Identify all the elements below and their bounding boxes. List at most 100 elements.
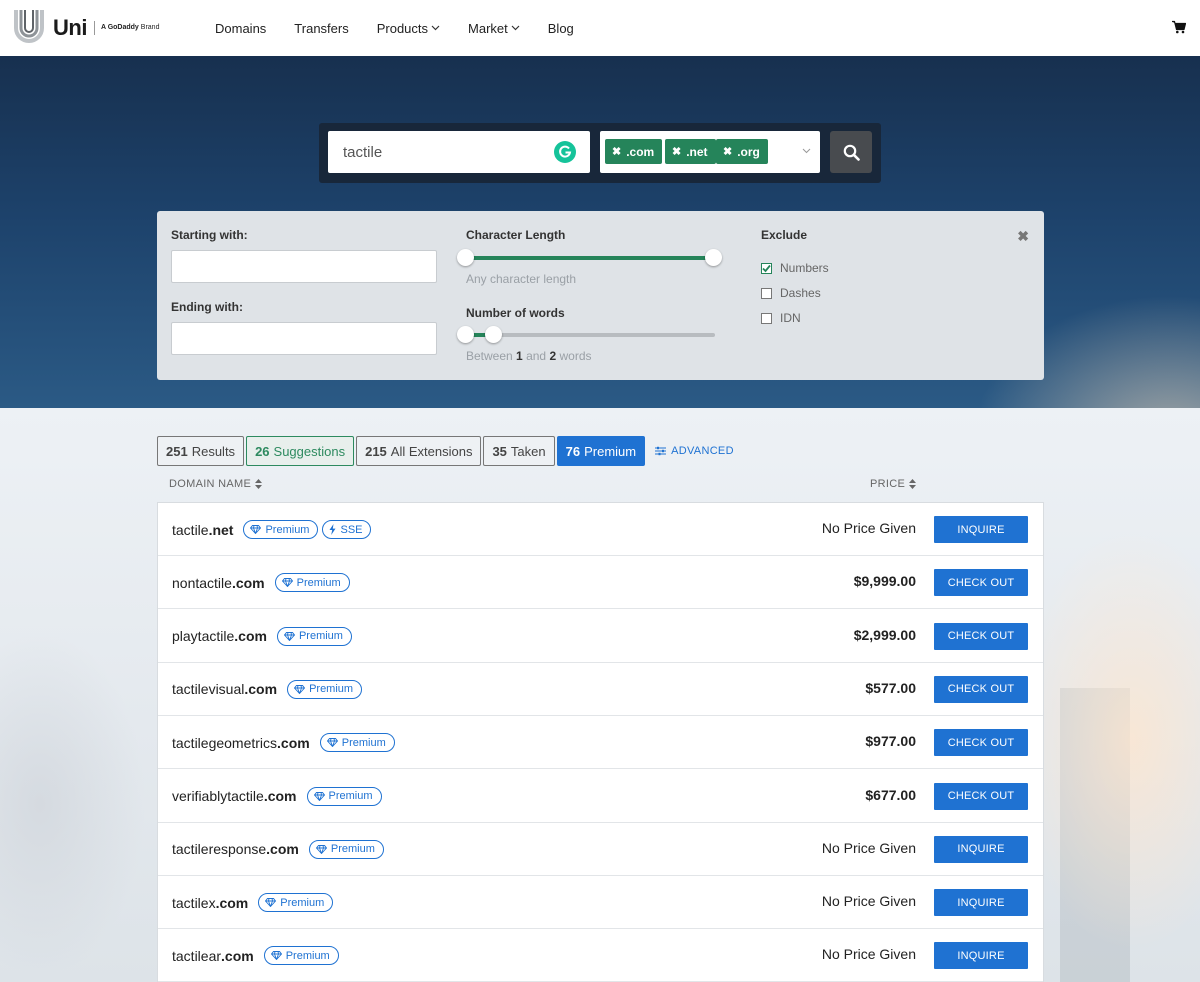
tab-label: Premium xyxy=(584,443,637,459)
domain-tld: .com xyxy=(221,947,254,964)
domain-price: No Price Given xyxy=(821,839,916,856)
nav-products[interactable]: Products xyxy=(377,21,440,36)
checkbox[interactable] xyxy=(761,312,772,324)
tab-count: 26 xyxy=(255,443,270,459)
tld-tag-com[interactable]: ✖ .com xyxy=(605,139,663,164)
domain-name[interactable]: tactilevisual .com Premium xyxy=(172,679,363,699)
close-icon[interactable]: ✖ xyxy=(1017,228,1029,245)
tab-taken[interactable]: 35 Taken xyxy=(483,436,555,466)
sort-icon xyxy=(909,479,917,489)
badge-label: Premium xyxy=(298,630,343,643)
diamond-icon xyxy=(270,951,282,961)
remove-icon[interactable]: ✖ xyxy=(672,145,681,158)
checkout-button[interactable]: CHECK OUT xyxy=(934,622,1028,650)
character-length-help: Any character length xyxy=(466,272,577,286)
logo[interactable]: Uni A GoDaddy Brand xyxy=(14,10,159,45)
checkbox[interactable] xyxy=(761,287,772,299)
checkout-button[interactable]: CHECK OUT xyxy=(934,675,1028,703)
tagline-brand: GoDaddy xyxy=(107,24,139,31)
search-input[interactable]: tactile xyxy=(328,131,590,173)
chevron-down-icon xyxy=(511,25,520,31)
tab-premium[interactable]: 76 Premium xyxy=(556,436,646,466)
tab-results[interactable]: 251 Results xyxy=(157,436,245,466)
tld-tag-net[interactable]: ✖ .net xyxy=(665,139,716,164)
domain-price: $677.00 xyxy=(865,786,916,803)
words-max-value: 2 xyxy=(549,349,557,363)
column-header-price: PRICE xyxy=(870,478,906,490)
starting-with-label: Starting with: xyxy=(171,228,248,242)
domain-name[interactable]: tactile .net Premium SSE xyxy=(172,520,371,539)
main-nav: Domains Transfers Products Market Blog xyxy=(215,0,602,56)
premium-badge: Premium xyxy=(243,520,319,539)
tab-count: 215 xyxy=(365,443,387,459)
cart-icon[interactable] xyxy=(1172,20,1186,34)
result-row: tactile .net Premium SSE No Price Given INQUI… xyxy=(158,503,1043,556)
tab-all-extensions[interactable]: 215 All Extensions xyxy=(356,436,482,466)
nav-transfers[interactable]: Transfers xyxy=(294,21,348,36)
tab-label: Suggestions xyxy=(273,443,346,459)
domain-tld: .com xyxy=(244,681,278,698)
result-row: tactilex .com Premium No Price Given INQUIRE xyxy=(158,876,1043,930)
result-row: nontactile .com Premium $9,999.00 CHECK OUT xyxy=(158,556,1043,610)
uni-logo-icon xyxy=(14,10,44,43)
premium-badge: Premium xyxy=(276,626,352,646)
domain-name[interactable]: tactilegeometrics .com Premium xyxy=(172,733,395,753)
search-button[interactable] xyxy=(830,131,872,173)
nav-label: Products xyxy=(376,20,429,36)
checkout-button[interactable]: CHECK OUT xyxy=(934,569,1028,597)
domain-name[interactable]: tactilex .com Premium xyxy=(172,893,334,913)
domain-price: $9,999.00 xyxy=(853,573,916,590)
sort-icon xyxy=(255,479,263,489)
tab-suggestions[interactable]: 26 Suggestions xyxy=(246,436,355,466)
nav-domains[interactable]: Domains xyxy=(215,21,266,36)
advanced-toggle[interactable]: ADVANCED xyxy=(655,436,734,466)
badge-label: Premium xyxy=(341,736,386,749)
diamond-icon xyxy=(326,738,338,748)
character-length-min-handle[interactable] xyxy=(457,249,474,266)
chevron-down-icon[interactable] xyxy=(802,148,811,154)
badge-label: Premium xyxy=(328,790,373,802)
brand-tagline: A GoDaddy Brand xyxy=(101,24,160,31)
nav-blog[interactable]: Blog xyxy=(548,21,574,36)
sort-price[interactable]: PRICE xyxy=(870,478,917,490)
premium-badge: Premium xyxy=(308,839,384,859)
domain-name[interactable]: nontactile .com Premium xyxy=(172,573,350,593)
premium-badge: Premium xyxy=(287,679,363,699)
inquire-button[interactable]: INQUIRE xyxy=(934,516,1028,543)
character-length-label: Character Length xyxy=(466,228,566,242)
character-length-max-handle[interactable] xyxy=(705,249,722,266)
remove-icon[interactable]: ✖ xyxy=(723,145,732,158)
tld-tag-org[interactable]: ✖ .org xyxy=(716,139,768,164)
character-length-slider[interactable] xyxy=(467,256,715,260)
domain-name[interactable]: tactilear .com Premium xyxy=(172,946,339,966)
tab-label: Results xyxy=(191,443,236,459)
number-of-words-min-handle[interactable] xyxy=(457,326,474,343)
ending-with-label: Ending with: xyxy=(171,300,243,314)
number-of-words-slider[interactable] xyxy=(467,333,715,337)
search-query: tactile xyxy=(343,144,383,161)
checkbox-checked[interactable] xyxy=(761,262,772,274)
exclude-numbers-option[interactable]: Numbers xyxy=(761,261,829,275)
inquire-button[interactable]: INQUIRE xyxy=(934,889,1028,917)
remove-icon[interactable]: ✖ xyxy=(612,145,621,158)
starting-with-input[interactable] xyxy=(171,250,437,283)
number-of-words-max-handle[interactable] xyxy=(485,326,502,343)
advanced-label: ADVANCED xyxy=(671,445,734,457)
nav-market[interactable]: Market xyxy=(468,21,520,36)
check-icon xyxy=(762,264,771,272)
checkout-button[interactable]: CHECK OUT xyxy=(934,729,1028,757)
sort-domain-name[interactable]: DOMAIN NAME xyxy=(169,478,263,490)
domain-name[interactable]: tactileresponse .com Premium xyxy=(172,839,384,859)
exclude-dashes-option[interactable]: Dashes xyxy=(761,286,821,300)
ending-with-input[interactable] xyxy=(171,322,437,355)
domain-name[interactable]: verifiablytactile .com Premium xyxy=(172,786,382,806)
tld-select[interactable]: ✖ .com ✖ .net ✖ .org xyxy=(600,131,820,173)
grammarly-icon[interactable] xyxy=(554,141,576,163)
inquire-button[interactable]: INQUIRE xyxy=(934,942,1028,970)
checkout-button[interactable]: CHECK OUT xyxy=(934,782,1028,810)
premium-badge: Premium xyxy=(274,573,350,593)
domain-name[interactable]: playtactile .com Premium xyxy=(172,626,352,646)
exclude-idn-option[interactable]: IDN xyxy=(761,311,801,325)
tab-label: Taken xyxy=(510,443,546,459)
inquire-button[interactable]: INQUIRE xyxy=(934,835,1028,863)
